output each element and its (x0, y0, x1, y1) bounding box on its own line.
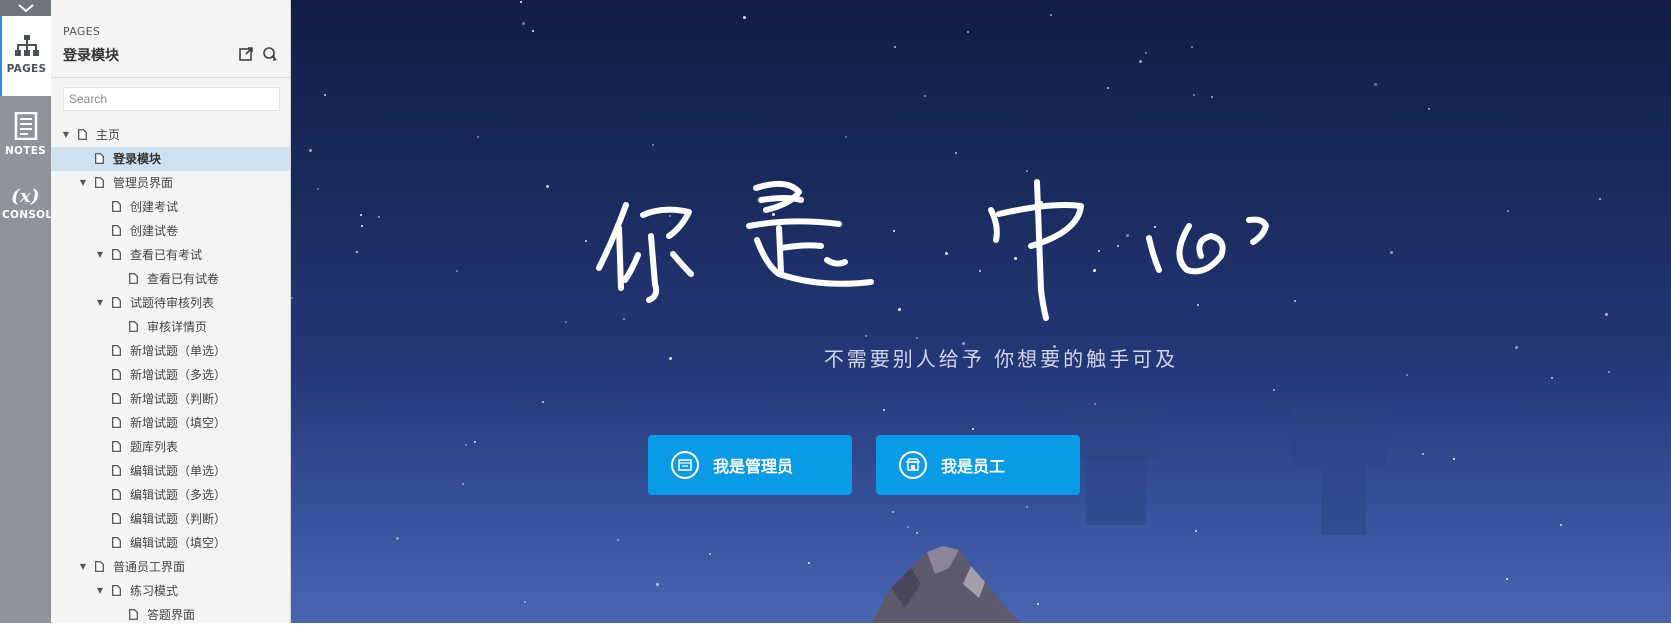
sitemap-icon (14, 35, 39, 56)
tree-node-label: 普通员工界面 (113, 560, 186, 574)
tree-node-label: 查看已有考试 (130, 248, 203, 262)
page-tree: ▼ 主页登录模块 ▼ 管理员界面创建考试创建试卷 ▼ 查看已有考试查看已有试卷 ▼ 试题待审核… (51, 123, 290, 627)
tree-node-label: 登录模块 (113, 152, 162, 166)
page-icon (112, 465, 121, 476)
tree-node-label: 新增试题（判断） (130, 392, 227, 406)
mountain-peak (871, 546, 1021, 623)
page-icon (95, 153, 104, 164)
tree-node-label: 答题界面 (147, 608, 196, 622)
tree-node-label: 创建考试 (130, 200, 179, 214)
staff-role-label: 我是员工 (941, 457, 1006, 476)
tree-node-label: 管理员界面 (113, 176, 174, 190)
page-icon (112, 201, 121, 212)
tree-node[interactable]: 创建考试 (51, 195, 290, 219)
collapse-toggle[interactable] (0, 0, 51, 16)
page-icon (95, 561, 104, 572)
page-icon (112, 345, 121, 356)
page-icon (112, 393, 121, 404)
tree-node[interactable]: 题库列表 (51, 435, 290, 459)
page-icon (112, 417, 121, 428)
tree-node[interactable]: 编辑试题（单选） (51, 459, 290, 483)
tree-node[interactable]: ▼ 普通员工界面 (51, 555, 290, 579)
tab-console[interactable]: (x) CONSOLE (0, 186, 60, 246)
page-icon (112, 489, 121, 500)
tree-node-label: 查看已有试卷 (147, 272, 220, 286)
tree-node-label: 编辑试题（填空） (130, 536, 227, 550)
page-icon (129, 321, 138, 332)
expand-arrow-icon[interactable]: ▼ (95, 291, 105, 315)
page-icon (112, 369, 121, 380)
tree-node[interactable]: 新增试题（多选） (51, 363, 290, 387)
store-icon (899, 451, 927, 479)
tree-node[interactable]: 新增试题（填空） (51, 411, 290, 435)
add-page-icon[interactable] (262, 46, 278, 62)
notes-icon (14, 111, 37, 141)
tree-node-label: 练习模式 (130, 584, 179, 598)
tab-pages[interactable]: PAGES (0, 16, 51, 96)
expand-arrow-icon[interactable]: ▼ (95, 243, 105, 267)
tree-node-label: 试题待审核列表 (130, 296, 215, 310)
panel-title: 登录模块 (63, 48, 119, 64)
tree-node[interactable]: 查看已有试卷 (51, 267, 290, 291)
panel-tools (238, 46, 278, 62)
page-icon (129, 609, 138, 620)
tree-node-label: 主页 (96, 128, 121, 142)
panel-header: PAGES (63, 25, 101, 38)
panel-divider (51, 77, 290, 78)
page-icon (112, 297, 121, 308)
export-page-icon[interactable] (238, 46, 254, 62)
page-icon (129, 273, 138, 284)
staff-role-button[interactable]: 我是员工 (876, 435, 1080, 495)
page-icon (112, 585, 121, 596)
tree-node[interactable]: 新增试题（判断） (51, 387, 290, 411)
tree-node[interactable]: 编辑试题（填空） (51, 531, 290, 555)
tree-node[interactable]: 编辑试题（判断） (51, 507, 290, 531)
left-rail: PAGES NOTES (x) CONSOLE (0, 0, 60, 623)
page-icon (112, 513, 121, 524)
dashboard-icon (671, 451, 699, 479)
page-icon (95, 177, 104, 188)
tree-node-label: 新增试题（多选） (130, 368, 227, 382)
tab-console-label: CONSOLE (2, 209, 60, 221)
tree-node[interactable]: ▼ 练习模式 (51, 579, 290, 603)
tab-notes[interactable]: NOTES (0, 108, 51, 172)
variable-icon: (x) (11, 186, 40, 207)
tab-notes-label: NOTES (4, 145, 47, 157)
tree-node-label: 编辑试题（单选） (130, 464, 227, 478)
tree-node[interactable]: 编辑试题（多选） (51, 483, 290, 507)
tree-node-label: 编辑试题（多选） (130, 488, 227, 502)
tree-node-label: 审核详情页 (147, 320, 208, 334)
expand-arrow-icon[interactable]: ▼ (61, 123, 71, 147)
prototype-canvas: 不需要别人给予 你想要的触手可及 我是管理员 我是员工 (291, 0, 1671, 623)
admin-role-label: 我是管理员 (713, 457, 794, 476)
tree-node[interactable]: 登录模块 (51, 147, 290, 171)
expand-arrow-icon[interactable]: ▼ (78, 171, 88, 195)
search-input[interactable] (63, 87, 280, 111)
chevron-down-icon (17, 4, 34, 13)
tab-pages-label: PAGES (6, 63, 47, 75)
tree-node[interactable]: 新增试题（单选） (51, 339, 290, 363)
tree-node[interactable]: ▼ 主页 (51, 123, 290, 147)
headline-subtitle: 不需要别人给予 你想要的触手可及 (823, 347, 1179, 371)
tree-node-label: 新增试题（填空） (130, 416, 227, 430)
page-icon (112, 225, 121, 236)
tree-node[interactable]: ▼ 查看已有考试 (51, 243, 290, 267)
expand-arrow-icon[interactable]: ▼ (78, 555, 88, 579)
tree-node-label: 创建试卷 (130, 224, 179, 238)
tree-node[interactable]: ▼ 试题待审核列表 (51, 291, 290, 315)
tree-node[interactable]: 创建试卷 (51, 219, 290, 243)
tree-node[interactable]: 答题界面 (51, 603, 290, 627)
page-icon (112, 249, 121, 260)
expand-arrow-icon[interactable]: ▼ (95, 579, 105, 603)
admin-role-button[interactable]: 我是管理员 (648, 435, 852, 495)
tree-node-label: 编辑试题（判断） (130, 512, 227, 526)
tree-node-label: 题库列表 (130, 440, 179, 454)
pages-panel: PAGES 登录模块 ▼主页登录模块▼管理员界面创建考试创建试卷▼查看已有考试查… (51, 0, 291, 623)
page-icon (112, 537, 121, 548)
tree-node[interactable]: 审核详情页 (51, 315, 290, 339)
page-icon (78, 129, 87, 140)
tree-node[interactable]: ▼ 管理员界面 (51, 171, 290, 195)
page-icon (112, 441, 121, 452)
tree-node-label: 新增试题（单选） (130, 344, 227, 358)
